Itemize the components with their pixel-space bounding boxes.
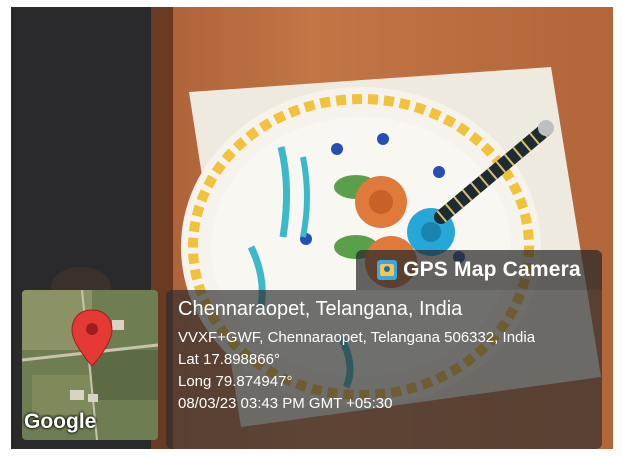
orange-rose-center: [369, 190, 393, 214]
candle-tip: [538, 120, 554, 136]
gps-map-camera-icon: [377, 260, 398, 280]
blue-dot: [433, 166, 445, 178]
timestamp: 08/03/23 03:43 PM GMT +05:30: [178, 395, 393, 412]
google-logo: Google: [24, 410, 97, 433]
longitude: Long 79.874947°: [178, 373, 293, 390]
blue-dot: [377, 133, 389, 145]
blue-dot: [331, 143, 343, 155]
blue-rose-center: [421, 222, 441, 242]
latitude: Lat 17.898866°: [178, 351, 280, 368]
gps-map-camera-badge: GPS Map Camera: [356, 250, 602, 290]
map-thumbnail: Google: [22, 290, 158, 440]
location-title: Chennaraopet, Telangana, India: [178, 298, 463, 320]
app-name: GPS Map Camera: [403, 258, 581, 281]
full-address: VVXF+GWF, Chennaraopet, Telangana 506332…: [178, 329, 536, 346]
location-info-panel: Chennaraopet, Telangana, India VVXF+GWF,…: [166, 290, 602, 449]
